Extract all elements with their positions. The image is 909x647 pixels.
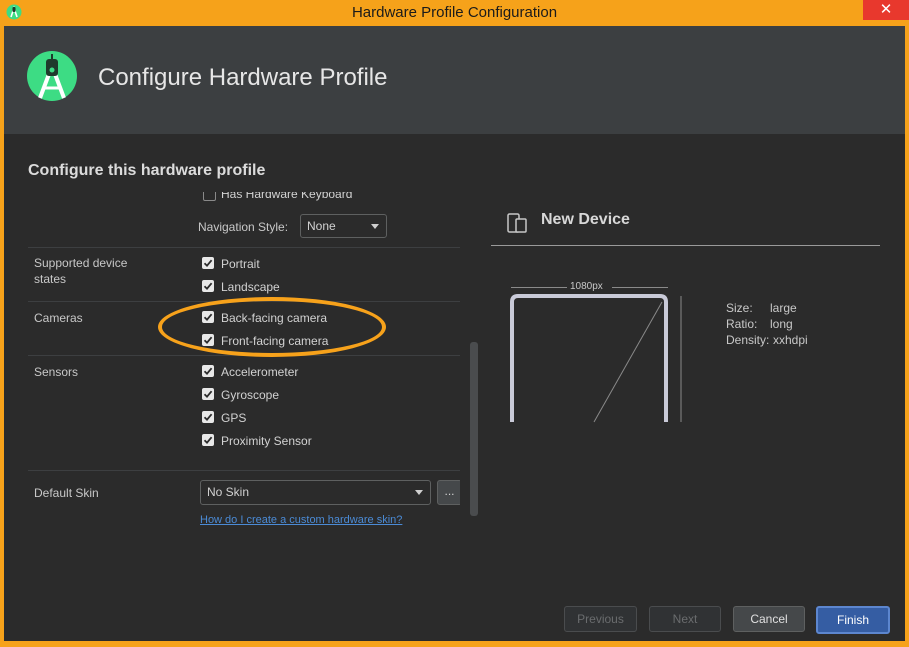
cameras-highlight-ellipse (158, 297, 386, 357)
custom-skin-help-link[interactable]: How do I create a custom hardware skin? (200, 514, 402, 526)
device-icon (507, 213, 527, 233)
preview-divider (491, 245, 880, 246)
gyroscope-checkbox[interactable] (202, 388, 214, 400)
default-skin-value: No Skin (207, 485, 250, 499)
portrait-checkbox[interactable] (202, 257, 214, 269)
window-title: Hardware Profile Configuration (351, 4, 558, 21)
landscape-label: Landscape (221, 280, 280, 294)
gyroscope-label: Gyroscope (221, 388, 280, 402)
device-states-label: Supported device states (34, 256, 128, 286)
chevron-down-icon (371, 224, 379, 229)
previous-button[interactable]: Previous (564, 606, 637, 632)
has-keyboard-label: Has Hardware Keyboard (221, 192, 353, 201)
ratio-spec-label: Ratio: (726, 317, 758, 331)
navigation-style-label: Navigation Style: (198, 220, 289, 234)
ratio-spec-value: long (770, 317, 793, 331)
checkmark-icon (203, 259, 213, 268)
accelerometer-checkbox[interactable] (202, 365, 214, 377)
divider (28, 247, 460, 248)
header-title: Configure Hardware Profile (98, 64, 388, 91)
portrait-label: Portrait (221, 257, 260, 271)
android-studio-logo-icon (27, 51, 77, 101)
form-scrollbar[interactable] (470, 342, 478, 516)
preview-title: New Device (541, 211, 630, 228)
checkmark-icon (203, 367, 213, 376)
dialog-window: Configure Hardware Profile Configure thi… (4, 26, 905, 641)
landscape-checkbox[interactable] (202, 280, 214, 292)
finish-button[interactable]: Finish (816, 606, 890, 634)
default-skin-label: Default Skin (34, 486, 99, 500)
browse-skin-button[interactable]: ... (437, 480, 460, 505)
checkmark-icon (203, 413, 213, 422)
density-spec-label: Density: (726, 333, 770, 347)
device-preview-shape (510, 294, 682, 423)
sensors-label: Sensors (34, 365, 79, 379)
gps-checkbox[interactable] (202, 411, 214, 423)
cameras-label: Cameras (34, 311, 83, 325)
checkmark-icon (203, 436, 213, 445)
close-icon: ✕ (879, 1, 893, 18)
gps-label: GPS (221, 411, 247, 425)
density-spec-value: xxhdpi (773, 333, 808, 347)
profile-form-panel: Has Hardware Keyboard Navigation Style: … (28, 192, 460, 526)
next-button[interactable]: Next (649, 606, 721, 632)
checkmark-icon (203, 390, 213, 399)
divider (28, 470, 460, 471)
accelerometer-label: Accelerometer (221, 365, 299, 379)
navigation-style-select[interactable]: None (300, 214, 387, 238)
chevron-down-icon (415, 490, 423, 495)
proximity-sensor-label: Proximity Sensor (221, 434, 312, 448)
dialog-header: Configure Hardware Profile (4, 26, 905, 134)
close-button[interactable]: ✕ (863, 0, 909, 20)
default-skin-select[interactable]: No Skin (200, 480, 431, 505)
window-titlebar: Hardware Profile Configuration ✕ (0, 0, 909, 26)
size-spec-value: large (770, 301, 797, 315)
proximity-sensor-checkbox[interactable] (202, 434, 214, 446)
section-title: Configure this hardware profile (28, 162, 266, 179)
has-keyboard-checkbox[interactable] (203, 192, 216, 201)
checkmark-icon (203, 282, 213, 291)
cancel-button[interactable]: Cancel (733, 606, 805, 632)
size-spec-label: Size: (726, 301, 753, 315)
navigation-style-value: None (307, 219, 336, 233)
